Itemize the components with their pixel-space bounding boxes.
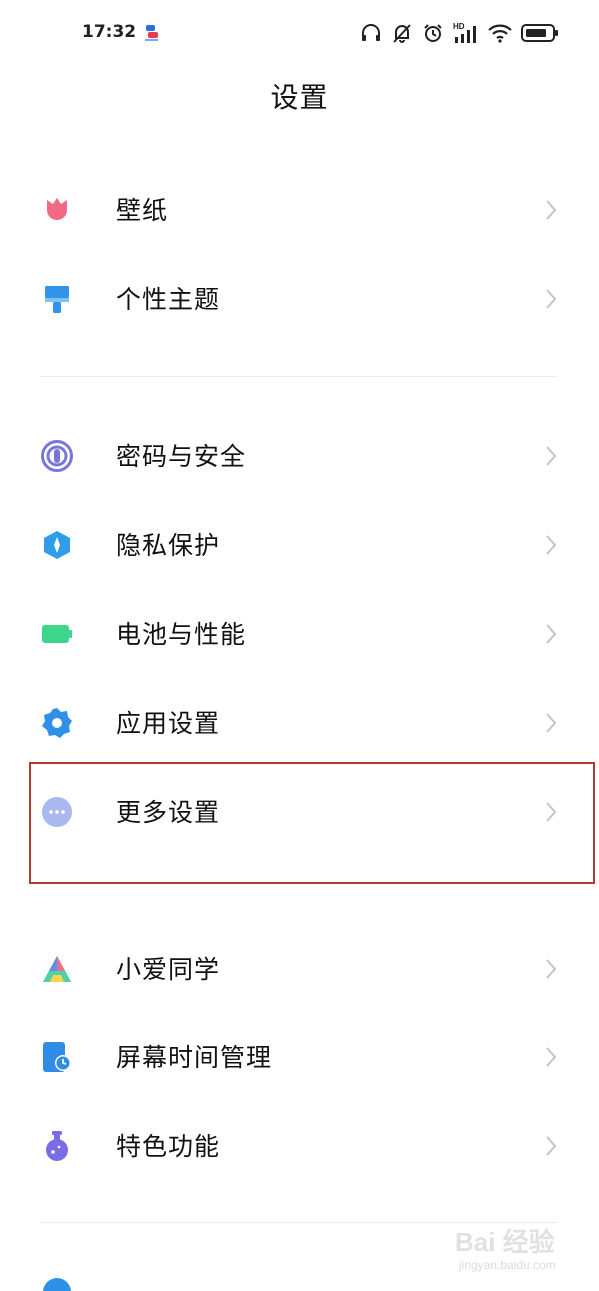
settings-item-label: 小爱同学	[116, 955, 221, 984]
status-icons: HD	[360, 20, 559, 46]
settings-item-label: 隐私保护	[116, 531, 221, 560]
battery-icon	[521, 23, 559, 43]
signal-icon: HD	[453, 21, 479, 45]
chevron-right-icon	[546, 1136, 557, 1156]
settings-item-label: 个性主题	[116, 285, 221, 314]
section-divider	[40, 376, 558, 377]
battery-icon	[41, 618, 73, 650]
watermark-logo: Bai 经验	[455, 1227, 555, 1257]
settings-item-label: 电池与性能	[116, 620, 247, 649]
settings-item-privacy[interactable]: 隐私保护	[0, 505, 599, 585]
chevron-right-icon	[546, 535, 557, 555]
settings-item-label: 特色功能	[116, 1132, 221, 1161]
settings-item-label: 应用设置	[116, 709, 221, 738]
gear-icon	[41, 707, 73, 739]
tulip-icon	[41, 194, 73, 226]
flask-icon	[41, 1130, 73, 1162]
settings-item-themes[interactable]: 个性主题	[0, 259, 599, 339]
status-bar: 17:32 HD	[0, 0, 599, 66]
chevron-right-icon	[546, 959, 557, 979]
app-notification-icon	[143, 24, 161, 42]
settings-item-label: 屏幕时间管理	[116, 1043, 273, 1072]
page-title: 设置	[270, 81, 329, 114]
shield-icon	[41, 529, 73, 561]
chevron-right-icon	[546, 446, 557, 466]
wifi-icon	[488, 23, 512, 43]
alarm-icon	[422, 22, 444, 44]
settings-item-xiaoai[interactable]: 小爱同学	[0, 929, 599, 1009]
baidu-jingyan-watermark: Bai 经验 jingyan.baidu.com	[455, 1222, 575, 1284]
headset-icon	[360, 22, 382, 44]
settings-item-battery[interactable]: 电池与性能	[0, 594, 599, 674]
chevron-right-icon	[546, 200, 557, 220]
settings-item-wallpaper[interactable]: 壁纸	[0, 170, 599, 250]
settings-item-label: 壁纸	[116, 196, 169, 225]
settings-item-app-settings[interactable]: 应用设置	[0, 683, 599, 763]
paintbrush-icon	[41, 283, 73, 315]
settings-item-label: 密码与安全	[116, 442, 247, 471]
chevron-right-icon	[546, 624, 557, 644]
status-time: 17:32	[82, 22, 137, 42]
settings-item-password-security[interactable]: 密码与安全	[0, 416, 599, 496]
chevron-right-icon	[546, 1047, 557, 1067]
fingerprint-icon	[41, 440, 73, 472]
bell-muted-icon	[391, 22, 413, 44]
xiaoai-icon	[41, 953, 73, 985]
watermark-url: jingyan.baidu.com	[459, 1258, 556, 1272]
chevron-right-icon	[546, 289, 557, 309]
highlight-box	[29, 762, 595, 884]
partial-item-icon	[41, 1276, 73, 1291]
chevron-right-icon	[546, 713, 557, 733]
settings-item-screen-time[interactable]: 屏幕时间管理	[0, 1017, 599, 1097]
hd-label: HD	[453, 22, 465, 31]
screen-time-icon	[41, 1041, 73, 1073]
settings-item-special-features[interactable]: 特色功能	[0, 1106, 599, 1186]
